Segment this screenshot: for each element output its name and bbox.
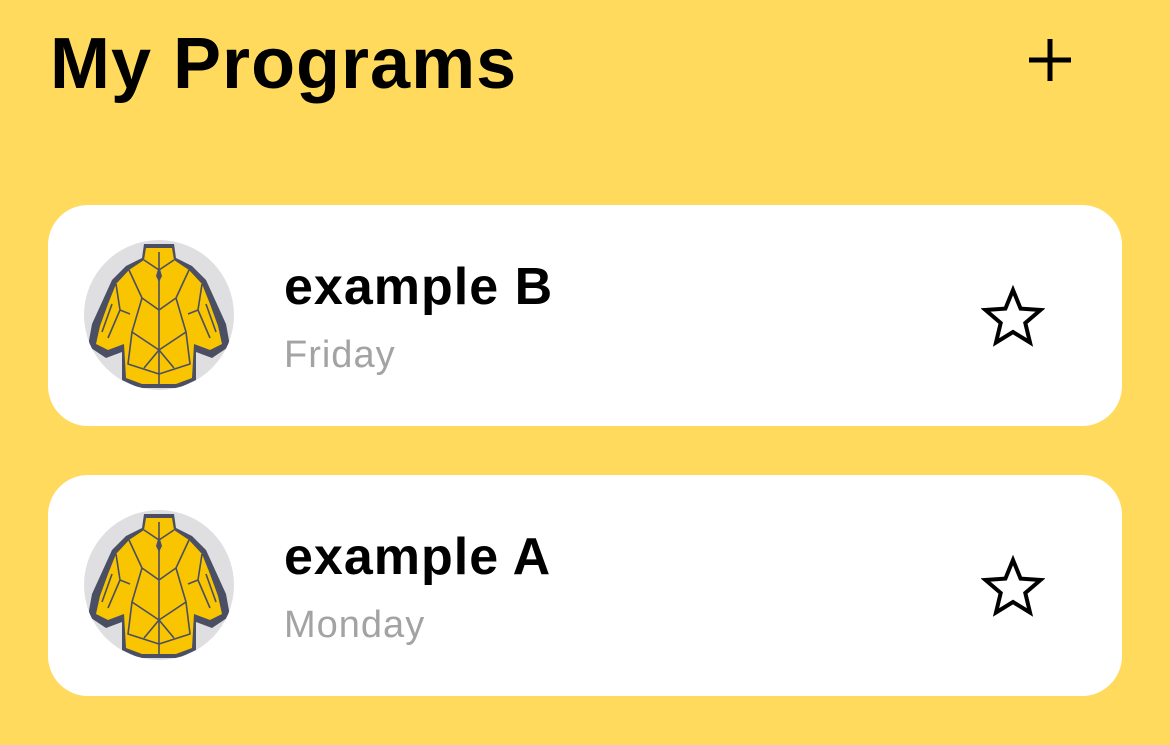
program-day: Friday bbox=[284, 334, 396, 376]
muscle-back-icon bbox=[88, 514, 230, 658]
avatar bbox=[84, 510, 234, 660]
favorite-button[interactable] bbox=[976, 280, 1050, 354]
plus-icon bbox=[1029, 39, 1071, 81]
program-card[interactable]: example B Friday bbox=[48, 205, 1122, 426]
program-day: Monday bbox=[284, 604, 426, 646]
page-title: My Programs bbox=[50, 24, 518, 104]
favorite-button[interactable] bbox=[976, 550, 1050, 624]
avatar bbox=[84, 240, 234, 390]
header: My Programs bbox=[0, 0, 1170, 130]
program-name: example B bbox=[284, 258, 554, 316]
star-outline-icon bbox=[981, 555, 1045, 617]
program-card[interactable]: example A Monday bbox=[48, 475, 1122, 696]
program-name: example A bbox=[284, 528, 552, 586]
add-program-button[interactable] bbox=[1020, 30, 1080, 90]
star-outline-icon bbox=[981, 285, 1045, 347]
program-list: example B Friday example A Monday bbox=[48, 205, 1122, 745]
muscle-back-icon bbox=[88, 244, 230, 388]
